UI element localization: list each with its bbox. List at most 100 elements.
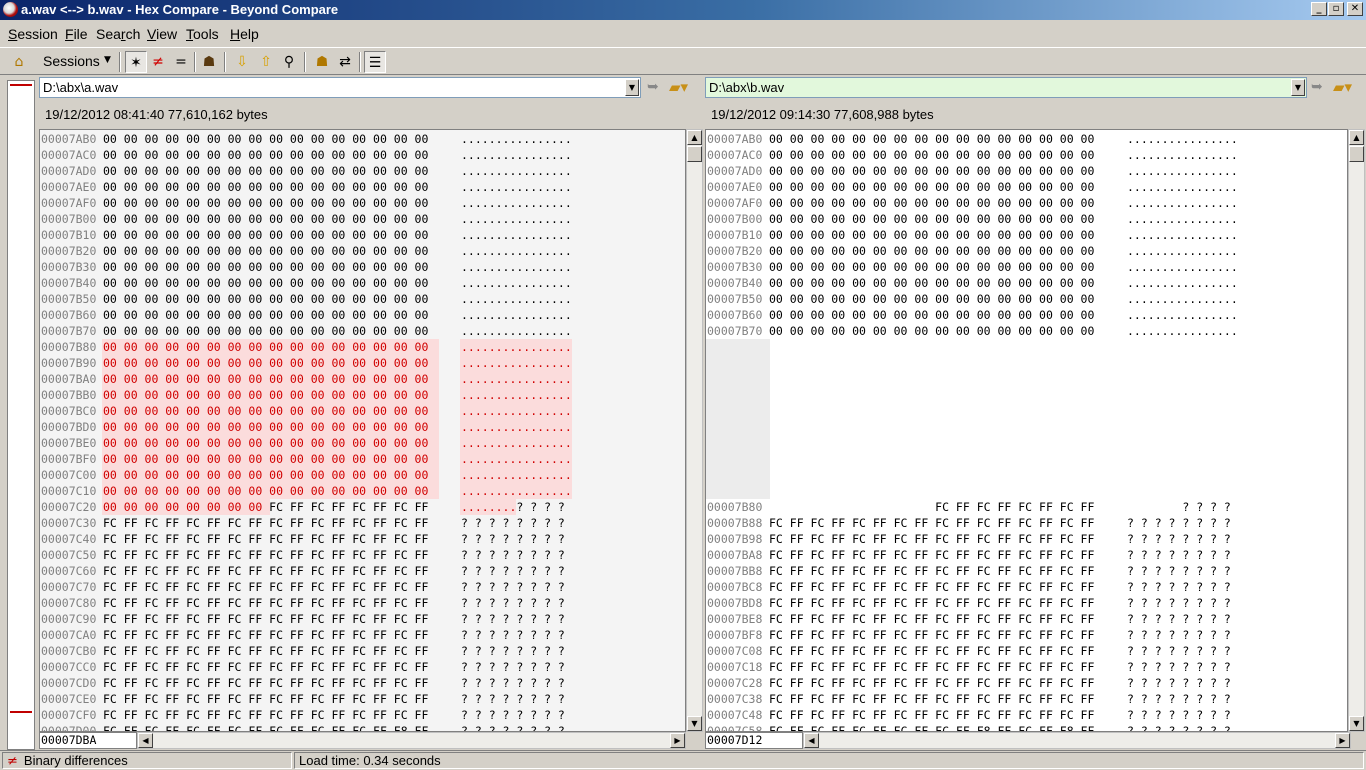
hex-row[interactable]: 00007AB0 00 00 00 00 00 00 00 00 00 00 00… (40, 131, 685, 147)
show-diffs-icon[interactable]: ≠ (147, 51, 169, 73)
hex-row[interactable]: 00007B88 FC FF FC FF FC FF FC FF FC FF FC… (706, 515, 1347, 531)
hex-row[interactable]: 00007C90 FC FF FC FF FC FF FC FF FC FF FC… (40, 611, 685, 627)
hex-row[interactable]: 00007C28 FC FF FC FF FC FF FC FF FC FF FC… (706, 675, 1347, 691)
difference-overview-strip[interactable] (7, 80, 35, 750)
hex-row[interactable]: 00007AF0 00 00 00 00 00 00 00 00 00 00 00… (706, 195, 1347, 211)
hex-row[interactable]: 00007BF0 00 00 00 00 00 00 00 00 00 00 00… (40, 451, 685, 467)
home-icon[interactable]: ⌂ (8, 51, 30, 73)
hex-row[interactable]: 00007B20 00 00 00 00 00 00 00 00 00 00 00… (706, 243, 1347, 259)
scroll-down-icon[interactable]: ▼ (1349, 716, 1364, 731)
hex-row[interactable]: 00007CB0 FC FF FC FF FC FF FC FF FC FF FC… (40, 643, 685, 659)
person-icon[interactable]: ☗ (198, 51, 220, 73)
hex-row[interactable]: 00007B20 00 00 00 00 00 00 00 00 00 00 00… (40, 243, 685, 259)
show-all-icon[interactable]: ✶ (125, 51, 147, 73)
prev-diff-icon[interactable]: ⇧ (255, 51, 277, 73)
right-folder-icon[interactable]: ▰▾ (1333, 78, 1352, 96)
hex-row[interactable]: 00007B98 FC FF FC FF FC FF FC FF FC FF FC… (706, 531, 1347, 547)
left-horizontal-scrollbar[interactable]: ◀ ▶ (137, 732, 686, 749)
right-go-icon[interactable]: ➥ (1311, 79, 1323, 95)
menu-help[interactable]: Help (230, 26, 259, 42)
hex-row[interactable]: 00007B90 00 00 00 00 00 00 00 00 00 00 00… (40, 355, 685, 371)
menu-tools[interactable]: Tools (186, 26, 219, 42)
hex-row[interactable]: 00007B10 00 00 00 00 00 00 00 00 00 00 00… (706, 227, 1347, 243)
hex-row[interactable]: 00007BA8 FC FF FC FF FC FF FC FF FC FF FC… (706, 547, 1347, 563)
hex-row[interactable]: 00007CE0 FC FF FC FF FC FF FC FF FC FF FC… (40, 691, 685, 707)
hex-row[interactable]: 00007B50 00 00 00 00 00 00 00 00 00 00 00… (40, 291, 685, 307)
hex-row[interactable]: 00007CA0 FC FF FC FF FC FF FC FF FC FF FC… (40, 627, 685, 643)
left-folder-icon[interactable]: ▰▾ (669, 78, 688, 96)
hex-row[interactable]: 00007AB0 00 00 00 00 00 00 00 00 00 00 00… (706, 131, 1347, 147)
sessions-button[interactable]: Sessions (43, 53, 100, 69)
hex-row[interactable]: 00007BF8 FC FF FC FF FC FF FC FF FC FF FC… (706, 627, 1347, 643)
hex-row[interactable]: 00007B60 00 00 00 00 00 00 00 00 00 00 00… (706, 307, 1347, 323)
scroll-right-icon[interactable]: ▶ (670, 733, 685, 748)
hex-row[interactable]: 00007B60 00 00 00 00 00 00 00 00 00 00 00… (40, 307, 685, 323)
left-go-icon[interactable]: ➥ (647, 79, 659, 95)
hex-row[interactable]: 00007AE0 00 00 00 00 00 00 00 00 00 00 00… (706, 179, 1347, 195)
hex-row[interactable]: 00007BD0 00 00 00 00 00 00 00 00 00 00 00… (40, 419, 685, 435)
hex-row[interactable]: 00007B30 00 00 00 00 00 00 00 00 00 00 00… (40, 259, 685, 275)
hex-row[interactable]: 00007B00 00 00 00 00 00 00 00 00 00 00 00… (40, 211, 685, 227)
maximize-button[interactable]: ▫ (1328, 2, 1344, 16)
hex-row[interactable]: 00007CD0 FC FF FC FF FC FF FC FF FC FF FC… (40, 675, 685, 691)
reload-icon[interactable]: ☗ (311, 51, 333, 73)
right-vertical-scrollbar[interactable]: ▲ ▼ (1348, 129, 1365, 732)
hex-row[interactable]: 00007C58 FC FF FC FF FC FF FC FF FC FF F8… (706, 723, 1347, 731)
hex-row[interactable]: 00007AC0 00 00 00 00 00 00 00 00 00 00 00… (40, 147, 685, 163)
menu-view[interactable]: View (147, 26, 177, 42)
hex-row[interactable]: 00007C38 FC FF FC FF FC FF FC FF FC FF FC… (706, 691, 1347, 707)
show-same-icon[interactable]: = (170, 51, 192, 73)
hex-row[interactable]: 00007CF0 FC FF FC FF FC FF FC FF FC FF FC… (40, 707, 685, 723)
hex-row[interactable]: 00007B80 00 00 00 00 00 00 00 00 00 00 00… (40, 339, 685, 355)
find-icon[interactable]: ⚲ (278, 51, 300, 73)
hex-row[interactable]: 00007AE0 00 00 00 00 00 00 00 00 00 00 00… (40, 179, 685, 195)
scroll-thumb[interactable] (1349, 146, 1364, 162)
scroll-thumb[interactable] (687, 146, 702, 162)
hex-row[interactable]: 00007BE0 00 00 00 00 00 00 00 00 00 00 00… (40, 435, 685, 451)
menu-search[interactable]: Search (96, 26, 140, 42)
hex-row[interactable]: 00007C40 FC FF FC FF FC FF FC FF FC FF FC… (40, 531, 685, 547)
hex-row[interactable]: 00007B80 FC FF FC FF FC FF FC FF ? ? ? ? (706, 499, 1347, 515)
hex-row[interactable]: 00007C50 FC FF FC FF FC FF FC FF FC FF FC… (40, 547, 685, 563)
hex-row[interactable]: 00007C08 FC FF FC FF FC FF FC FF FC FF FC… (706, 643, 1347, 659)
hex-row[interactable]: 00007AD0 00 00 00 00 00 00 00 00 00 00 00… (706, 163, 1347, 179)
close-button[interactable]: ✕ (1347, 2, 1363, 16)
hex-row[interactable]: 00007C60 FC FF FC FF FC FF FC FF FC FF FC… (40, 563, 685, 579)
swap-icon[interactable]: ⇄ (334, 51, 356, 73)
hex-row[interactable]: 00007C00 00 00 00 00 00 00 00 00 00 00 00… (40, 467, 685, 483)
right-position-field[interactable]: 00007D12 (705, 732, 803, 749)
chevron-down-icon[interactable]: ▼ (104, 55, 111, 65)
scroll-up-icon[interactable]: ▲ (687, 130, 702, 145)
right-path-field[interactable]: D:\abx\b.wav ▼ (705, 77, 1307, 98)
hex-row[interactable]: 00007B30 00 00 00 00 00 00 00 00 00 00 00… (706, 259, 1347, 275)
hex-row[interactable]: 00007C20 00 00 00 00 00 00 00 00 FC FF FC… (40, 499, 685, 515)
hex-row[interactable]: 00007AD0 00 00 00 00 00 00 00 00 00 00 00… (40, 163, 685, 179)
hex-row[interactable]: 00007B50 00 00 00 00 00 00 00 00 00 00 00… (706, 291, 1347, 307)
hex-row[interactable]: 00007C80 FC FF FC FF FC FF FC FF FC FF FC… (40, 595, 685, 611)
left-vertical-scrollbar[interactable]: ▲ ▼ (686, 129, 703, 732)
hex-row[interactable]: 00007C70 FC FF FC FF FC FF FC FF FC FF FC… (40, 579, 685, 595)
hex-row[interactable]: 00007BC0 00 00 00 00 00 00 00 00 00 00 00… (40, 403, 685, 419)
hex-row[interactable]: 00007B10 00 00 00 00 00 00 00 00 00 00 00… (40, 227, 685, 243)
right-horizontal-scrollbar[interactable]: ◀ ▶ (803, 732, 1351, 749)
hex-row[interactable]: 00007B00 00 00 00 00 00 00 00 00 00 00 00… (706, 211, 1347, 227)
hex-row[interactable]: 00007BC8 FC FF FC FF FC FF FC FF FC FF FC… (706, 579, 1347, 595)
hex-row[interactable]: 00007C10 00 00 00 00 00 00 00 00 00 00 00… (40, 483, 685, 499)
hex-row[interactable]: 00007B70 00 00 00 00 00 00 00 00 00 00 00… (40, 323, 685, 339)
hex-row[interactable]: 00007BD8 FC FF FC FF FC FF FC FF FC FF FC… (706, 595, 1347, 611)
hex-row[interactable]: 00007B40 00 00 00 00 00 00 00 00 00 00 00… (40, 275, 685, 291)
hex-row[interactable]: 00007C18 FC FF FC FF FC FF FC FF FC FF FC… (706, 659, 1347, 675)
left-hex-view[interactable]: 00007AB0 00 00 00 00 00 00 00 00 00 00 00… (39, 129, 686, 732)
hex-row[interactable]: 00007D00 FC FF FC FF FC FF FC FF FC FF FC… (40, 723, 685, 731)
next-diff-icon[interactable]: ⇩ (231, 51, 253, 73)
scroll-down-icon[interactable]: ▼ (687, 716, 702, 731)
scroll-right-icon[interactable]: ▶ (1335, 733, 1350, 748)
minimize-button[interactable]: _ (1311, 2, 1327, 16)
hex-row[interactable]: 00007BB0 00 00 00 00 00 00 00 00 00 00 00… (40, 387, 685, 403)
hex-row[interactable]: 00007BE8 FC FF FC FF FC FF FC FF FC FF FC… (706, 611, 1347, 627)
chevron-down-icon[interactable]: ▼ (1291, 79, 1305, 96)
scroll-up-icon[interactable]: ▲ (1349, 130, 1364, 145)
chevron-down-icon[interactable]: ▼ (625, 79, 639, 96)
hex-row[interactable]: 00007BA0 00 00 00 00 00 00 00 00 00 00 00… (40, 371, 685, 387)
menu-file[interactable]: File (65, 26, 88, 42)
